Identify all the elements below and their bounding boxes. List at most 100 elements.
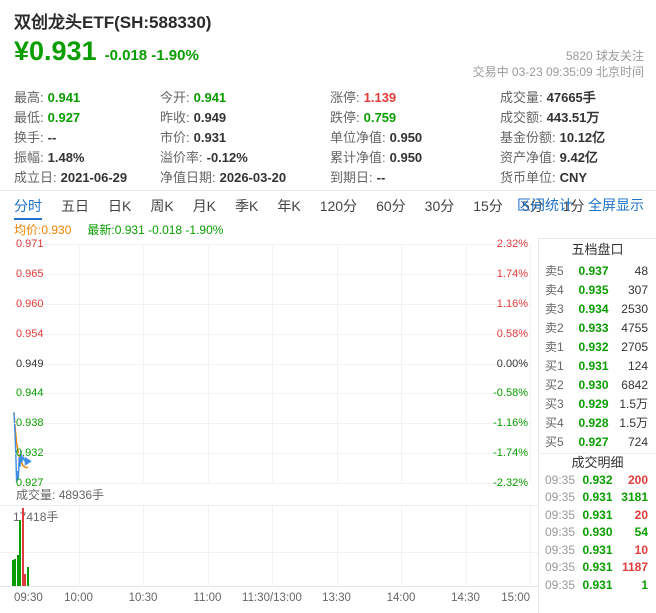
y-axis-price-label: 0.944: [16, 387, 44, 400]
stat-label: 成立日:: [14, 170, 57, 185]
tab-月K[interactable]: 月K: [193, 191, 216, 220]
transaction-time: 09:35: [545, 472, 576, 487]
transaction-price: 0.931: [582, 490, 613, 505]
x-axis-label: 14:00: [386, 592, 416, 604]
transaction-volume: 20: [634, 507, 648, 522]
y-axis-percent-label: 1.16%: [496, 297, 528, 310]
order-book-row[interactable]: 卖2 0.933 4755: [539, 318, 656, 337]
order-book-level: 卖5: [545, 264, 564, 278]
order-book-price: 0.933: [578, 320, 609, 335]
intraday-chart[interactable]: 成交量: 48936手 17418手 09:30 10:00 10:30 11:00 1…: [0, 238, 538, 613]
price-gridline-v: [78, 244, 80, 483]
tab-15分[interactable]: 15分: [473, 191, 503, 220]
y-axis-price-label: 0.927: [16, 477, 44, 489]
order-book-volume: 1.5万: [619, 397, 648, 411]
price-gridline-v: [530, 244, 531, 483]
stat-row: 累计净值: 0.950: [330, 148, 422, 168]
volume-panel: 17418手: [0, 505, 538, 587]
order-book-level: 卖2: [545, 321, 564, 335]
tab-季K[interactable]: 季K: [235, 191, 258, 220]
stat-value: 0.759: [363, 110, 397, 125]
stat-row: 成交量: 47665手: [500, 88, 605, 108]
tab-60分[interactable]: 60分: [376, 191, 406, 220]
chart-legend: 均价:0.930 最新:0.931 -0.018 -1.90%: [14, 221, 223, 238]
stat-value: 1.48%: [47, 150, 85, 165]
order-book-volume: 4755: [621, 320, 648, 335]
order-book-row[interactable]: 卖5 0.937 48: [539, 261, 656, 280]
order-book-price: 0.932: [578, 339, 609, 354]
stat-row: 振幅: 1.48%: [14, 148, 127, 168]
order-book-volume: 6842: [621, 377, 648, 392]
tab-分时[interactable]: 分时: [14, 191, 42, 220]
order-book-row[interactable]: 买2 0.930 6842: [539, 375, 656, 394]
volume-gridline-v: [143, 506, 144, 587]
price-gridline-v: [272, 244, 273, 483]
order-book-row[interactable]: 买5 0.927 724: [539, 432, 656, 451]
order-book-volume: 307: [627, 282, 648, 297]
stat-value: --: [376, 170, 386, 185]
tab-日K[interactable]: 日K: [108, 191, 131, 220]
transaction-time: 09:35: [545, 577, 576, 592]
current-price-block: ¥0.931 -0.018 -1.90%: [14, 36, 199, 67]
stat-row: 最高: 0.941: [14, 88, 127, 108]
stat-value: -0.12%: [206, 150, 248, 165]
order-book-row[interactable]: 卖4 0.935 307: [539, 280, 656, 299]
tab-周K[interactable]: 周K: [150, 191, 173, 220]
order-book-row[interactable]: 买1 0.931 124: [539, 356, 656, 375]
tab-五日[interactable]: 五日: [61, 191, 89, 220]
market-status-time: 交易中 03-23 09:35:09 北京时间: [472, 65, 644, 79]
x-axis-label: 14:30: [451, 592, 480, 604]
volume-gridline-v: [401, 506, 402, 587]
link-全屏显示[interactable]: 全屏显示: [588, 195, 644, 215]
stat-value: 0.941: [193, 90, 227, 105]
x-axis-label: 10:00: [64, 592, 93, 604]
transaction-volume: 10: [634, 542, 648, 557]
stat-label: 溢价率:: [160, 150, 203, 165]
y-axis-price-label: 0.949: [16, 357, 44, 370]
order-book-row[interactable]: 买3 0.929 1.5万: [539, 394, 656, 413]
stat-label: 今开:: [160, 90, 190, 105]
stat-row: 成交额: 443.51万: [500, 108, 605, 128]
link-区间统计[interactable]: 区间统计: [517, 195, 573, 215]
x-axis: 09:30 10:00 10:30 11:00 11:30/13:00 13:30 14:0…: [0, 590, 538, 606]
stat-value: 9.42亿: [559, 150, 598, 165]
transaction-time: 09:35: [545, 560, 576, 575]
stat-value: 1.139: [363, 90, 397, 105]
stat-row: 净值日期: 2026-03-20: [160, 168, 286, 188]
price-gridline-v: [143, 244, 144, 483]
stat-value: 2026-03-20: [219, 170, 287, 185]
y-axis-price-label: 0.960: [16, 297, 44, 310]
transaction-row: 09:35 0.932 200: [539, 471, 656, 489]
order-book-level: 买4: [545, 416, 564, 430]
x-axis-label: 11:00: [193, 592, 222, 604]
order-book-row[interactable]: 卖1 0.932 2705: [539, 337, 656, 356]
volume-gridline: [0, 552, 538, 553]
price-gridline-v: [336, 244, 338, 483]
order-book-row[interactable]: 卖3 0.934 2530: [539, 299, 656, 318]
y-axis-price-label: 0.965: [16, 267, 44, 280]
y-axis-price-label: 0.932: [16, 447, 44, 460]
tab-30分[interactable]: 30分: [425, 191, 455, 220]
order-book-level: 买3: [545, 397, 564, 411]
y-axis-percent-label: -1.16%: [493, 417, 528, 430]
order-book-level: 买2: [545, 378, 564, 392]
order-book-row[interactable]: 买4 0.928 1.5万: [539, 413, 656, 432]
stat-label: 累计净值:: [330, 150, 386, 165]
order-book-level: 卖4: [545, 283, 564, 297]
order-book-price: 0.931: [578, 358, 609, 373]
tab-年K[interactable]: 年K: [277, 191, 300, 220]
order-book-price: 0.937: [578, 263, 609, 278]
tab-120分[interactable]: 120分: [320, 191, 357, 220]
price-gridline: [14, 483, 530, 484]
transaction-time: 09:35: [545, 507, 576, 522]
stat-label: 成交额:: [500, 110, 543, 125]
stock-detail-page: 双创龙头ETF(SH:588330) ¥0.931 -0.018 -1.90% …: [0, 0, 656, 613]
transaction-time: 09:35: [545, 525, 576, 540]
stat-value: 443.51万: [546, 110, 600, 125]
x-axis-label: 09:30: [14, 592, 43, 604]
order-book-level: 买1: [545, 359, 564, 373]
transaction-price: 0.931: [582, 507, 613, 522]
stat-label: 单位净值:: [330, 130, 386, 145]
stat-label: 昨收:: [160, 110, 190, 125]
y-axis-percent-label: 0.00%: [496, 357, 528, 370]
